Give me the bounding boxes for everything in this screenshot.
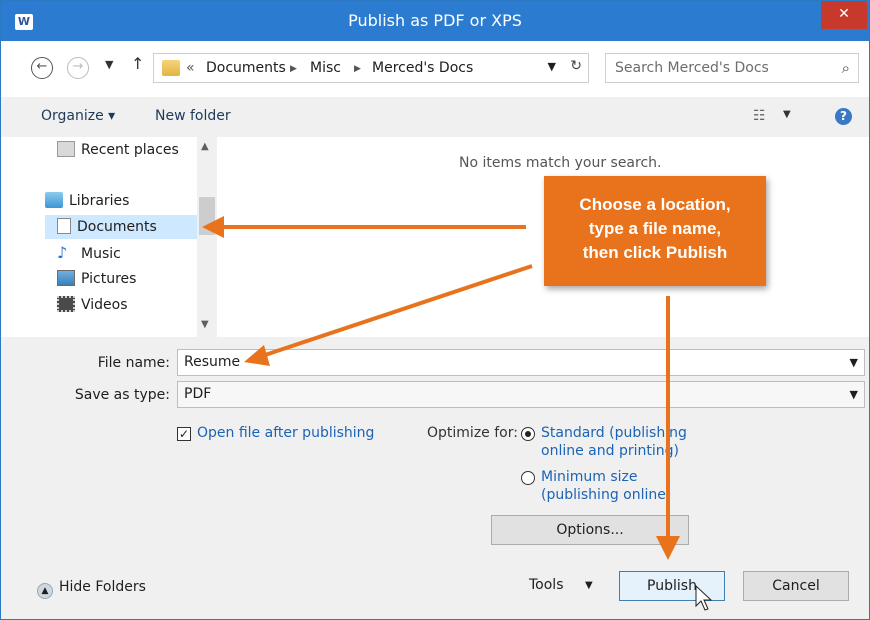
address-bar[interactable]: « Documents ▶ Misc ▶ Merced's Docs ▼ ↻ xyxy=(153,53,589,83)
file-name-value: Resume xyxy=(184,354,241,370)
tools-dropdown-icon[interactable]: ▼ xyxy=(585,580,593,591)
navigation-pane: Recent places Libraries Documents ♪ Music… xyxy=(1,137,197,337)
documents-icon xyxy=(57,218,71,234)
new-folder-button[interactable]: New folder xyxy=(155,108,231,124)
callout-line: then click Publish xyxy=(582,243,728,262)
nav-item-videos[interactable]: Videos xyxy=(57,293,128,317)
nav-item-label: Pictures xyxy=(81,271,137,287)
libraries-icon xyxy=(45,192,63,208)
hide-folders-button[interactable]: ▲ Hide Folders xyxy=(37,579,146,599)
nav-item-pictures[interactable]: Pictures xyxy=(57,267,136,291)
empty-results-message: No items match your search. xyxy=(459,155,662,171)
optimize-label: Optimize for: xyxy=(427,425,518,441)
nav-item-label: Recent places xyxy=(81,142,179,158)
address-row: ← → ▼ ↑ « Documents ▶ Misc ▶ Merced's Do… xyxy=(1,41,869,97)
music-icon: ♪ xyxy=(57,243,68,262)
title-bar: W Publish as PDF or XPS ✕ xyxy=(1,1,869,41)
help-icon[interactable]: ? xyxy=(835,108,852,125)
nav-item-label: Libraries xyxy=(69,193,130,209)
save-type-dropdown-icon[interactable]: ▼ xyxy=(850,382,858,407)
pictures-icon xyxy=(57,270,75,286)
save-type-value: PDF xyxy=(184,386,212,402)
nav-item-label: Videos xyxy=(81,297,128,313)
view-dropdown-icon[interactable]: ▼ xyxy=(783,109,791,120)
file-list-pane[interactable]: No items match your search. xyxy=(217,137,869,337)
nav-item-music[interactable]: ♪ Music xyxy=(57,241,121,265)
forward-arrow-icon[interactable]: → xyxy=(67,57,89,79)
breadcrumb-overflow[interactable]: « xyxy=(186,60,195,76)
tools-menu[interactable]: Tools xyxy=(529,577,564,593)
save-type-label: Save as type: xyxy=(74,387,170,403)
command-toolbar: Organize ▾ New folder ☷ ▼ ? xyxy=(1,97,869,138)
recent-locations-chevron-icon[interactable]: ▼ xyxy=(105,58,113,71)
callout-line: Choose a location, xyxy=(579,195,731,214)
scrollbar-thumb[interactable] xyxy=(199,197,215,235)
cancel-button[interactable]: Cancel xyxy=(743,571,849,601)
publish-dialog: W Publish as PDF or XPS ✕ ← → ▼ ↑ « Docu… xyxy=(0,0,870,620)
nav-item-label: Music xyxy=(81,246,121,262)
open-after-checkbox[interactable]: ✓ xyxy=(177,427,191,441)
scroll-up-icon[interactable]: ▲ xyxy=(201,141,209,152)
navigation-scrollbar[interactable]: ▲ ▼ xyxy=(197,137,217,337)
search-icon[interactable]: ⌕ xyxy=(842,59,850,77)
dialog-title: Publish as PDF or XPS xyxy=(348,11,522,30)
nav-item-documents[interactable]: Documents xyxy=(45,215,197,239)
recent-places-icon xyxy=(57,141,75,157)
nav-item-recent-places[interactable]: Recent places xyxy=(57,138,179,162)
file-name-dropdown-icon[interactable]: ▼ xyxy=(850,350,858,375)
minimum-size-radio[interactable] xyxy=(521,471,535,485)
organize-button[interactable]: Organize ▾ xyxy=(41,108,115,124)
breadcrumb-misc[interactable]: Misc xyxy=(310,60,341,76)
nav-item-label: Documents xyxy=(77,219,157,235)
standard-option-line2[interactable]: online and printing) xyxy=(541,443,679,459)
instruction-callout: Choose a location, type a file name, the… xyxy=(544,176,766,286)
file-name-input[interactable]: Resume ▼ xyxy=(177,349,865,376)
collapse-arrow-icon: ▲ xyxy=(37,583,53,599)
hide-folders-label: Hide Folders xyxy=(59,579,146,595)
up-arrow-icon[interactable]: ↑ xyxy=(131,54,144,73)
standard-radio[interactable] xyxy=(521,427,535,441)
callout-line: type a file name, xyxy=(588,219,722,238)
nav-item-libraries[interactable]: Libraries xyxy=(45,189,129,213)
minimum-option-line2[interactable]: (publishing online) xyxy=(541,487,671,503)
refresh-icon[interactable]: ↻ xyxy=(570,58,582,74)
open-after-label[interactable]: Open file after publishing xyxy=(197,425,374,441)
minimum-option-line1[interactable]: Minimum size xyxy=(541,469,637,485)
breadcrumb-merceds-docs[interactable]: Merced's Docs xyxy=(372,60,473,76)
view-options-icon[interactable]: ☷ xyxy=(753,108,766,124)
save-type-select[interactable]: PDF ▼ xyxy=(177,381,865,408)
address-dropdown-icon[interactable]: ▼ xyxy=(548,60,556,73)
breadcrumb-documents[interactable]: Documents xyxy=(206,60,286,76)
publish-button[interactable]: Publish xyxy=(619,571,725,601)
breadcrumb-separator-icon: ▶ xyxy=(354,64,361,74)
save-options-panel: File name: Resume ▼ Save as type: PDF ▼ … xyxy=(1,337,869,619)
videos-icon xyxy=(57,296,75,312)
scroll-down-icon[interactable]: ▼ xyxy=(201,319,209,330)
options-button[interactable]: Options... xyxy=(491,515,689,545)
close-button[interactable]: ✕ xyxy=(821,1,867,29)
file-name-label: File name: xyxy=(97,355,170,371)
search-box[interactable]: Search Merced's Docs ⌕ xyxy=(605,53,859,83)
breadcrumb-separator-icon: ▶ xyxy=(290,64,297,74)
folder-icon xyxy=(162,60,180,76)
search-placeholder: Search Merced's Docs xyxy=(615,60,769,76)
back-arrow-icon[interactable]: ← xyxy=(31,57,53,79)
standard-option-line1[interactable]: Standard (publishing xyxy=(541,425,687,441)
